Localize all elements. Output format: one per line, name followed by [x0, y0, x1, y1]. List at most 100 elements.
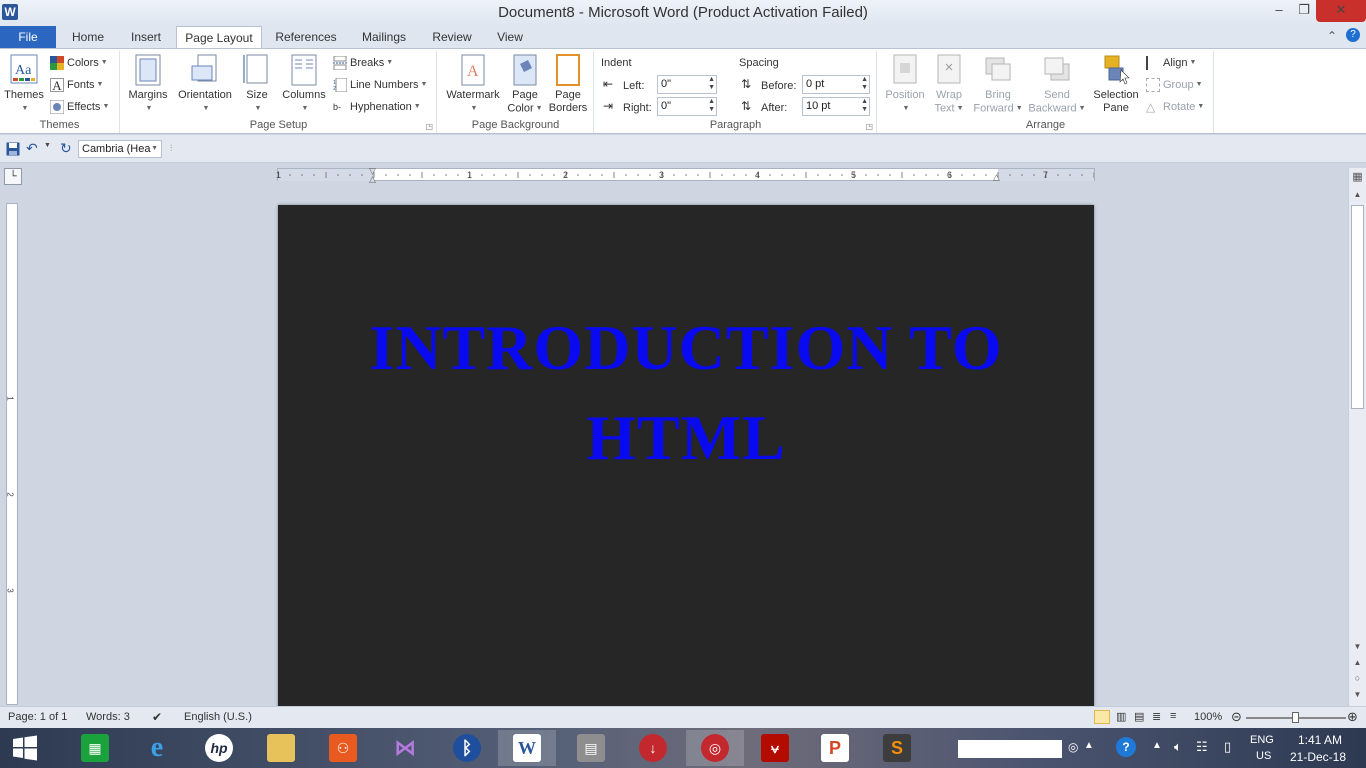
- breaks-button[interactable]: Breaks ▼: [333, 54, 393, 72]
- redo-icon[interactable]: ↻: [60, 140, 74, 156]
- margins-button[interactable]: Margins ▼: [125, 54, 171, 115]
- scroll-down-icon[interactable]: ▼: [1349, 642, 1366, 651]
- zoom-in-icon[interactable]: ⊕: [1347, 709, 1358, 725]
- zoom-level[interactable]: 100%: [1194, 711, 1222, 723]
- battery-icon[interactable]: ▯: [1224, 739, 1231, 755]
- wrap-text-button[interactable]: Wrap Text ▼: [930, 54, 968, 115]
- tab-page-layout[interactable]: Page Layout: [176, 26, 262, 49]
- help-icon[interactable]: ?: [1346, 28, 1360, 42]
- spinner-arrows-icon[interactable]: ▲ ▼: [708, 98, 715, 114]
- tab-references[interactable]: References: [270, 26, 342, 48]
- search-toolbar-icon[interactable]: ◎: [1068, 740, 1078, 754]
- watermark-button[interactable]: A Watermark ▼: [442, 54, 504, 115]
- line-numbers-button[interactable]: 1 2 Line Numbers ▼: [333, 76, 427, 94]
- spacing-before-input[interactable]: 0 pt ▲ ▼: [802, 75, 870, 94]
- taskbar-hp[interactable]: hp: [190, 730, 248, 766]
- orientation-button[interactable]: Orientation ▼: [173, 54, 237, 115]
- toolbar-expand-icon[interactable]: ▲: [1084, 740, 1094, 751]
- zoom-out-icon[interactable]: ⊝: [1231, 709, 1242, 725]
- tab-home[interactable]: Home: [64, 26, 112, 48]
- full-screen-reading-icon[interactable]: ▥: [1116, 710, 1126, 723]
- restore-button[interactable]: ❐: [1292, 0, 1316, 22]
- word-count[interactable]: Words: 3: [86, 711, 130, 723]
- input-language[interactable]: ENG: [1250, 734, 1274, 746]
- ruler-toggle-icon[interactable]: ▦: [1349, 168, 1366, 186]
- scroll-up-icon[interactable]: ▲: [1349, 190, 1366, 199]
- page-color-button[interactable]: Page Color ▼: [506, 54, 544, 115]
- previous-page-icon[interactable]: ▲: [1349, 658, 1366, 667]
- next-page-icon[interactable]: ▼: [1349, 690, 1366, 699]
- network-icon[interactable]: ☷: [1196, 739, 1208, 755]
- vertical-scrollbar[interactable]: ▦ ▲ ▼ ▲ ○ ▼: [1348, 168, 1366, 706]
- input-region[interactable]: US: [1256, 750, 1271, 762]
- right-indent-marker[interactable]: △: [993, 172, 1000, 183]
- taskbar-sublime-text[interactable]: S: [868, 730, 926, 766]
- draft-icon[interactable]: ≡: [1170, 710, 1176, 722]
- rotate-button[interactable]: △ Rotate ▼: [1146, 98, 1204, 116]
- taskbar-acrobat[interactable]: ⩝: [746, 730, 804, 766]
- show-hidden-icons-icon[interactable]: ▲: [1152, 740, 1162, 751]
- taskbar-visual-studio[interactable]: ⋈: [376, 730, 434, 766]
- indent-left-input[interactable]: 0" ▲ ▼: [657, 75, 717, 94]
- selection-pane-button[interactable]: Selection Pane: [1088, 54, 1144, 115]
- taskbar-powerpoint[interactable]: P: [806, 730, 864, 766]
- spacing-after-input[interactable]: 10 pt ▲ ▼: [802, 97, 870, 116]
- language-status[interactable]: English (U.S.): [184, 711, 252, 723]
- clock-date[interactable]: 21-Dec-18: [1290, 750, 1346, 764]
- customize-toolbar-icon[interactable]: ⫶: [170, 143, 184, 157]
- web-layout-icon[interactable]: ▤: [1134, 710, 1144, 723]
- tab-selector-button[interactable]: └: [4, 168, 22, 185]
- save-icon[interactable]: [6, 142, 20, 156]
- taskbar-word[interactable]: W: [498, 730, 556, 766]
- spinner-arrows-icon[interactable]: ▲ ▼: [861, 98, 868, 114]
- close-button[interactable]: ✕: [1316, 0, 1366, 22]
- minimize-button[interactable]: –: [1266, 0, 1292, 22]
- send-backward-button[interactable]: Send Backward ▼: [1028, 54, 1086, 115]
- toolbar-search-box[interactable]: [958, 740, 1062, 758]
- clock-time[interactable]: 1:41 AM: [1298, 733, 1342, 747]
- undo-icon[interactable]: ↶: [26, 140, 40, 156]
- undo-dropdown-icon[interactable]: ▼: [44, 142, 58, 156]
- taskbar-file-explorer[interactable]: [252, 730, 310, 766]
- vertical-ruler[interactable]: 1 2 3: [6, 203, 18, 705]
- horizontal-ruler[interactable]: 1 1 2 3 4 5 6 7 ▽ △ △: [276, 166, 1095, 184]
- proofing-icon[interactable]: ✔: [152, 710, 162, 724]
- page-count[interactable]: Page: 1 of 1: [8, 711, 67, 723]
- spinner-arrows-icon[interactable]: ▲ ▼: [708, 76, 715, 92]
- taskbar-downloader[interactable]: ↓: [624, 730, 682, 766]
- zoom-slider-thumb[interactable]: [1292, 712, 1299, 723]
- paragraph-dialog-launcher-icon[interactable]: ◳: [865, 122, 873, 131]
- themes-button[interactable]: Aa Themes ▼: [4, 54, 44, 115]
- position-button[interactable]: Position ▼: [882, 54, 928, 115]
- indent-right-input[interactable]: 0" ▲ ▼: [657, 97, 717, 116]
- effects-button[interactable]: Effects ▼: [50, 98, 109, 116]
- taskbar-antivirus[interactable]: ◎: [686, 730, 744, 766]
- tab-mailings[interactable]: Mailings: [352, 26, 416, 48]
- spinner-arrows-icon[interactable]: ▲ ▼: [861, 76, 868, 92]
- document-page[interactable]: INTRODUCTION TO HTML: [278, 205, 1094, 725]
- taskbar-bluetooth[interactable]: ᛒ: [438, 730, 496, 766]
- document-area[interactable]: INTRODUCTION TO HTML: [24, 187, 1348, 725]
- taskbar-voice-recorder[interactable]: ⚇: [314, 730, 372, 766]
- size-button[interactable]: Size ▼: [239, 54, 275, 115]
- hyphenation-button[interactable]: b‐ Hyphenation ▼: [333, 98, 421, 116]
- columns-button[interactable]: Columns ▼: [279, 54, 329, 115]
- tab-review[interactable]: Review: [426, 26, 478, 48]
- font-name-dropdown[interactable]: Cambria (Hea ▼: [78, 140, 162, 158]
- outline-icon[interactable]: ≣: [1152, 710, 1161, 723]
- collapse-ribbon-icon[interactable]: ⌃: [1327, 29, 1337, 43]
- help-tray-icon[interactable]: ?: [1116, 737, 1136, 757]
- tab-file[interactable]: File: [0, 26, 56, 48]
- colors-button[interactable]: Colors ▼: [50, 54, 108, 72]
- start-button[interactable]: [0, 730, 50, 766]
- fonts-button[interactable]: A Fonts ▼: [50, 76, 103, 94]
- scrollbar-thumb[interactable]: [1351, 205, 1364, 409]
- tab-view[interactable]: View: [490, 26, 530, 48]
- left-indent-marker[interactable]: △: [369, 174, 376, 185]
- page-borders-button[interactable]: Page Borders: [546, 54, 590, 115]
- taskbar-firewall[interactable]: ▤: [562, 730, 620, 766]
- taskbar-store[interactable]: ▦: [66, 730, 124, 766]
- document-heading[interactable]: INTRODUCTION TO HTML: [278, 303, 1094, 483]
- volume-icon[interactable]: 🔈︎: [1174, 739, 1182, 755]
- page-setup-dialog-launcher-icon[interactable]: ◳: [425, 122, 433, 131]
